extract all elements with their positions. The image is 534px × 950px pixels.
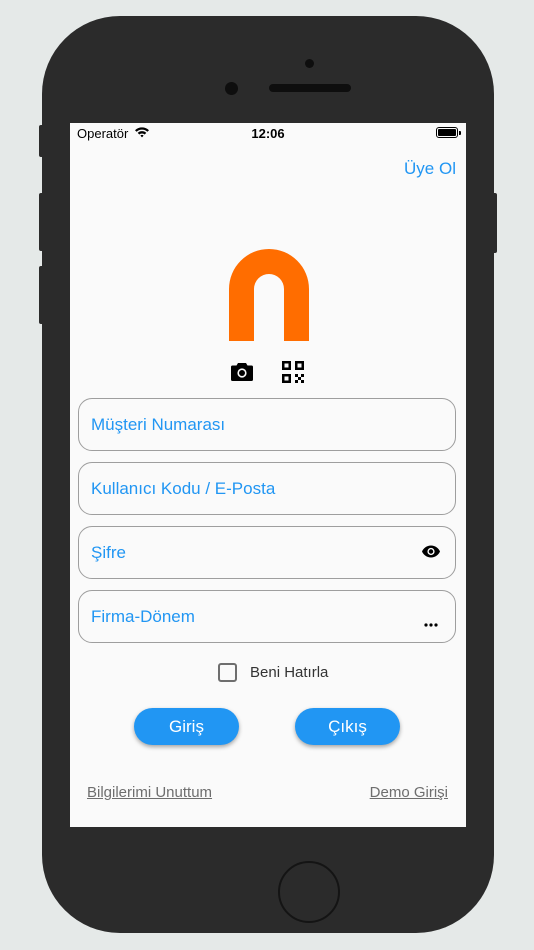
camera-icon[interactable] [230, 361, 254, 388]
more-horiz-icon[interactable] [424, 614, 438, 632]
forgot-credentials-link[interactable]: Bilgilerimi Unuttum [87, 784, 212, 801]
remember-me-checkbox[interactable] [218, 663, 237, 682]
front-camera [225, 82, 238, 95]
remember-me-label: Beni Hatırla [250, 664, 329, 681]
company-period-placeholder: Firma-Dönem [91, 607, 195, 626]
username-email-field[interactable]: Kullanıcı Kodu / E-Posta [78, 462, 456, 515]
exit-button[interactable]: Çıkış [295, 708, 400, 745]
username-email-placeholder: Kullanıcı Kodu / E-Posta [91, 479, 276, 498]
app-screen: Operatör 12:06 Üye Ol Müşteri Numarası K… [70, 123, 466, 827]
customer-number-field[interactable]: Müşteri Numarası [78, 398, 456, 451]
volume-down-button [39, 266, 43, 324]
battery-icon [436, 127, 461, 138]
home-button[interactable] [278, 861, 340, 923]
volume-up-button [39, 193, 43, 251]
password-placeholder: Şifre [91, 543, 126, 562]
status-time: 12:06 [251, 126, 285, 141]
qr-code-icon[interactable] [282, 361, 304, 388]
power-button [493, 193, 497, 253]
status-bar: Operatör 12:06 [70, 123, 466, 145]
app-logo [229, 249, 309, 346]
customer-number-placeholder: Müşteri Numarası [91, 415, 226, 434]
eye-icon[interactable] [422, 545, 440, 563]
proximity-sensor [305, 59, 314, 68]
login-button[interactable]: Giriş [134, 708, 239, 745]
password-field[interactable]: Şifre [78, 526, 456, 579]
signup-link[interactable]: Üye Ol [404, 159, 456, 179]
mute-switch [39, 125, 43, 157]
earpiece-speaker [269, 84, 351, 92]
demo-login-link[interactable]: Demo Girişi [370, 784, 448, 801]
company-period-field[interactable]: Firma-Dönem [78, 590, 456, 643]
